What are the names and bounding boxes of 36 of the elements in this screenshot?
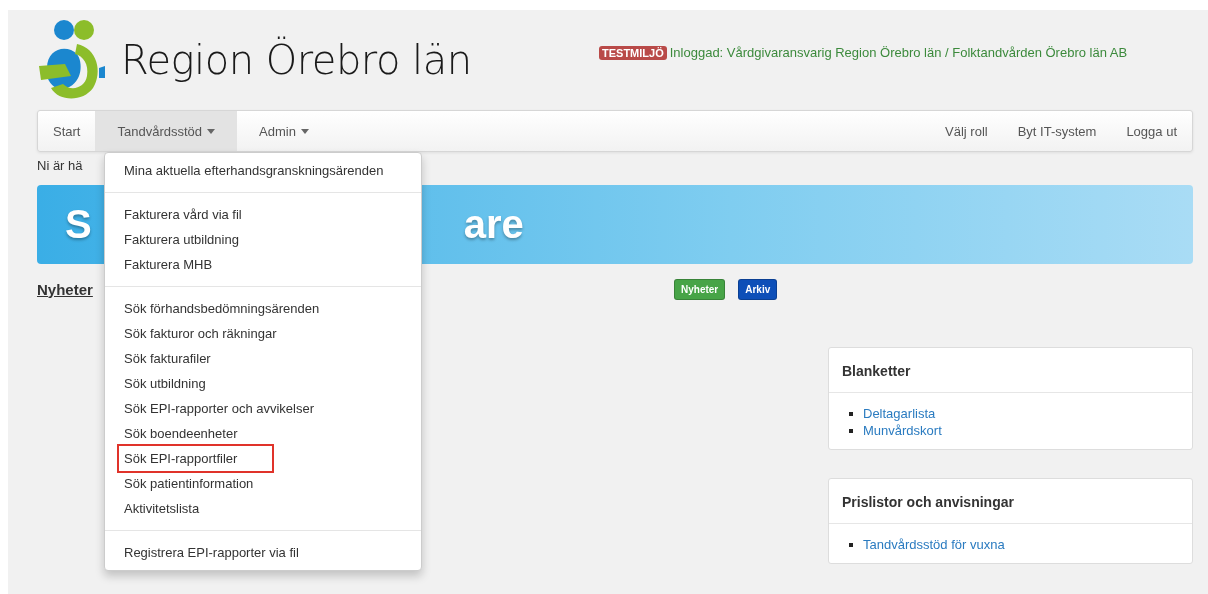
menu-item[interactable]: Registrera EPI-rapporter via fil	[119, 540, 304, 565]
menu-item[interactable]: Mina aktuella efterhandsgranskningsärenden	[119, 158, 389, 183]
card-link[interactable]: Munvårdskort	[863, 422, 942, 439]
card-link[interactable]: Deltagarlista	[863, 405, 936, 422]
menu-item[interactable]: Aktivitetslista	[119, 496, 205, 521]
card-link[interactable]: Tandvårdsstöd för vuxna	[863, 536, 1005, 553]
menu-item[interactable]: Sök EPI-rapporter och avvikelser	[119, 396, 320, 421]
menu-item[interactable]: Sök boendeenheter	[119, 421, 243, 446]
menu-item[interactable]: Sök EPI-rapportfiler	[119, 446, 273, 471]
bullet-icon	[849, 411, 853, 416]
nav-item[interactable]: Logga ut	[1111, 111, 1192, 151]
menu-item[interactable]: Fakturera vård via fil	[119, 202, 247, 227]
menu-item[interactable]: Sök utbildning	[119, 371, 211, 396]
bullet-icon	[849, 542, 853, 547]
news-button[interactable]: Arkiv	[738, 278, 778, 300]
menu-item[interactable]: Sök fakturafiler	[119, 346, 216, 371]
nav-item[interactable]: Admin	[237, 111, 331, 151]
nav-item[interactable]: Start	[38, 111, 96, 151]
menu-item[interactable]: Fakturera utbildning	[119, 227, 244, 252]
menu-item[interactable]: Sök patientinformation	[119, 471, 259, 496]
card-title: Prislistor och anvisningar	[829, 479, 1192, 524]
news-heading: Nyheter	[37, 280, 94, 298]
menu-item[interactable]: Sök fakturor och räkningar	[119, 321, 282, 346]
menu-item[interactable]: Fakturera MHB	[119, 252, 218, 277]
menu-item[interactable]: Sök förhandsbedömningsärenden	[119, 296, 325, 321]
banner-title: S	[65, 202, 92, 247]
nav-item[interactable]: Välj roll	[930, 111, 1003, 151]
banner-title: are	[463, 202, 524, 247]
card-title: Blanketter	[829, 348, 1192, 393]
site-title: Region Örebro län	[121, 37, 472, 83]
env-badge: TESTMILJÖ	[599, 46, 667, 60]
login-info: TESTMILJÖ Inloggad: Vårdgivaransvarig Region Örebro län / Folktandvården Örebro län AB	[599, 44, 1159, 62]
nav-item[interactable]: Byt IT-system	[1002, 111, 1112, 151]
nav-item[interactable]: Tandvårdsstöd	[95, 111, 238, 151]
breadcrumb: Ni är hä	[37, 157, 83, 175]
bullet-icon	[849, 428, 853, 433]
